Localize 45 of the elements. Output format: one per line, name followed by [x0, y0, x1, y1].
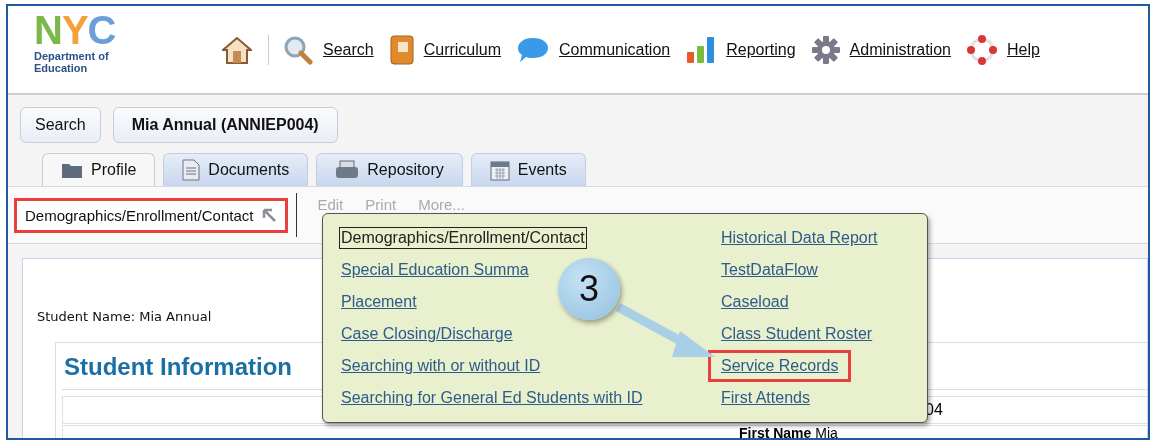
menu-link[interactable]: Special Education Summa [328, 254, 542, 286]
menu-link[interactable]: Service Records [708, 350, 852, 382]
tab[interactable]: Documents [163, 153, 309, 186]
home-button[interactable] [222, 35, 252, 64]
document-icon [182, 159, 201, 181]
nav-link[interactable]: Communication [517, 35, 671, 64]
tab[interactable]: Events [470, 153, 586, 186]
house-icon [222, 35, 252, 64]
logo-letter: N [34, 8, 62, 52]
folder-icon [61, 161, 83, 179]
tab[interactable]: Repository [316, 153, 463, 186]
menu-link[interactable]: Case Closing/Discharge [328, 318, 526, 350]
menu-link[interactable]: Searching with or without ID [328, 350, 554, 382]
nav-link[interactable]: Help [966, 34, 1040, 65]
breadcrumb-item[interactable]: Search [20, 107, 101, 143]
calendar-icon [489, 159, 510, 181]
menu-link[interactable]: Searching for General Ed Students with ID [328, 382, 656, 414]
menu-link[interactable]: Demographics/Enrollment/Contact [339, 227, 587, 249]
view-dropdown[interactable]: Demographics/Enrollment/Contact [14, 197, 289, 233]
speech-bubble-icon [517, 35, 550, 64]
nav-link[interactable]: Curriculum [389, 34, 502, 65]
menu-link[interactable]: Historical Data Report [708, 222, 891, 254]
nav-link[interactable]: Reporting [686, 35, 796, 64]
nav-link[interactable]: Administration [811, 35, 951, 64]
logo-text: Education [34, 62, 88, 74]
nav-link[interactable]: Search [283, 34, 374, 65]
search-icon [283, 34, 313, 65]
lifebuoy-icon [966, 34, 997, 65]
bar-chart-icon [686, 35, 717, 64]
section-title: Student Information [64, 353, 292, 381]
menu-link[interactable]: Caseload [708, 286, 802, 318]
logo-letter: Y [61, 8, 88, 52]
student-name: Student Name: Mia Annual [37, 309, 212, 324]
menu-link[interactable]: Class Student Roster [708, 318, 886, 350]
menu-link[interactable]: TestDataFlow [708, 254, 831, 286]
menu-link[interactable]: Placement [328, 286, 430, 318]
printer-icon [335, 160, 360, 180]
logo-letter: C [87, 8, 116, 52]
tab[interactable]: Profile [42, 153, 156, 186]
book-icon [389, 34, 414, 65]
logo-text: Department of [34, 50, 109, 62]
arrow-icon [261, 207, 278, 223]
menu-link[interactable]: First Attends [708, 382, 823, 414]
table-cell: First Name Mia [739, 426, 838, 438]
breadcrumb-item[interactable]: Mia Annual (ANNIEP004) [112, 107, 338, 143]
